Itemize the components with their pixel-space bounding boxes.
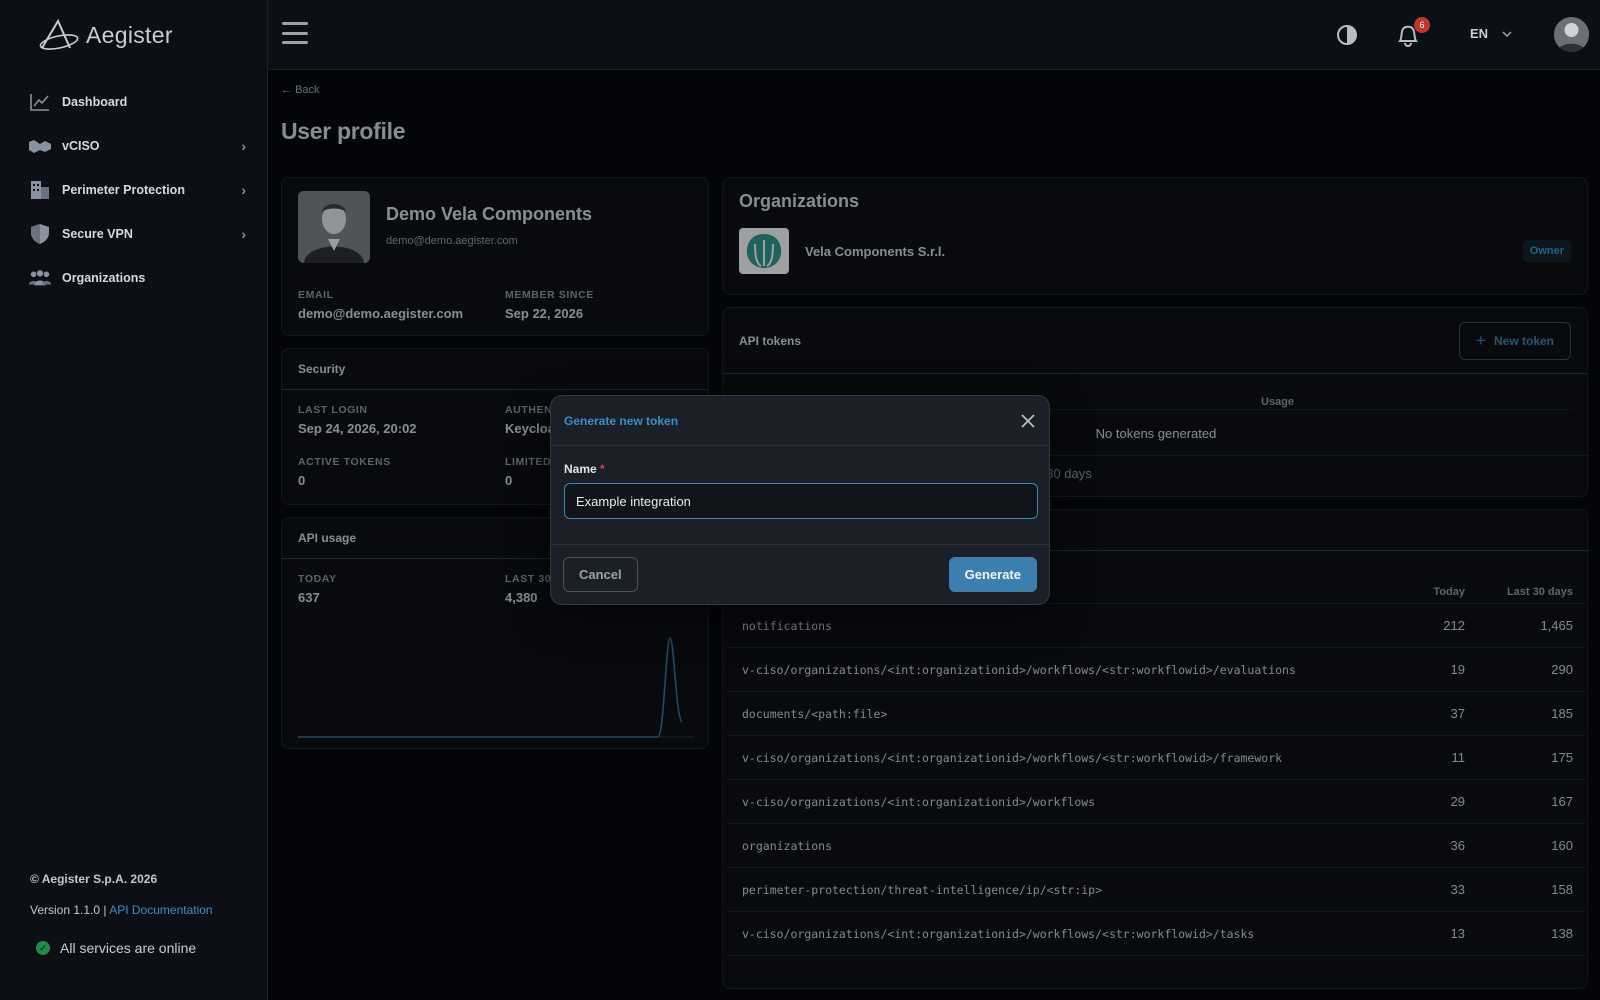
version-text: Version 1.1.0 [30,903,101,917]
language-label: EN [1470,26,1489,41]
check-circle-icon: ✓ [36,941,50,955]
logo[interactable]: Aegister [38,18,173,52]
users-icon [28,266,52,290]
topbar: 6 EN [268,0,1600,70]
user-silhouette-icon [1554,17,1589,52]
sidebar-footer: © Aegister S.p.A. 2026 Version 1.1.0 | A… [30,872,213,917]
dialog-body: Name * [551,446,1049,545]
sidebar-item-label: Dashboard [62,95,128,109]
service-status: ✓ All services are online [36,940,196,956]
required-mark: * [600,462,605,476]
dialog-footer: Cancel Generate [551,545,1049,604]
sidebar-nav: Dashboard vCISO › Perimeter Protection ›… [0,80,268,300]
sidebar-item-label: Secure VPN [62,227,133,241]
name-label-text: Name [564,462,597,476]
dialog-header: Generate new token [551,396,1049,446]
service-status-text: All services are online [60,940,197,956]
chevron-right-icon: › [241,182,246,198]
sidebar-item-label: vCISO [62,139,100,153]
menu-toggle-button[interactable] [282,22,308,44]
cancel-button[interactable]: Cancel [563,557,638,592]
generate-button[interactable]: Generate [948,557,1037,592]
copyright: © Aegister S.p.A. 2026 [30,872,158,886]
building-icon [28,178,52,202]
api-documentation-link[interactable]: API Documentation [109,903,212,917]
logo-text: Aegister [86,21,173,48]
shield-icon [28,222,52,246]
chevron-right-icon: › [241,226,246,242]
hamburger-line [282,41,308,44]
sidebar-item-label: Perimeter Protection [62,183,185,197]
version-separator: | [103,903,107,917]
hamburger-line [282,22,308,25]
sidebar-item-dashboard[interactable]: Dashboard [0,80,268,124]
handshake-icon [28,134,52,158]
sidebar-item-perimeter-protection[interactable]: Perimeter Protection › [0,168,268,212]
dialog-title: Generate new token [564,413,679,428]
user-avatar[interactable] [1554,17,1589,52]
notification-count-badge: 6 [1414,17,1430,33]
name-field-label: Name * [564,462,1036,476]
version-info: Version 1.1.0 | API Documentation [30,903,213,917]
theme-contrast-icon[interactable] [1336,24,1358,46]
token-name-input[interactable] [564,483,1038,519]
chart-line-icon [28,90,52,114]
hamburger-line [282,31,308,35]
close-icon[interactable] [1020,413,1036,429]
sidebar-item-organizations[interactable]: Organizations [0,256,268,300]
sidebar-item-label: Organizations [62,271,146,285]
sidebar-item-secure-vpn[interactable]: Secure VPN › [0,212,268,256]
sidebar: Aegister Dashboard vCISO › Perimeter Pro… [0,0,268,1000]
language-selector[interactable]: EN [1470,26,1512,41]
generate-token-dialog: Generate new token Name * Cancel Generat… [550,395,1050,605]
aegister-logo-icon [39,18,79,50]
chevron-right-icon: › [241,138,246,154]
sidebar-item-vciso[interactable]: vCISO › [0,124,268,168]
chevron-down-icon [1502,30,1512,37]
